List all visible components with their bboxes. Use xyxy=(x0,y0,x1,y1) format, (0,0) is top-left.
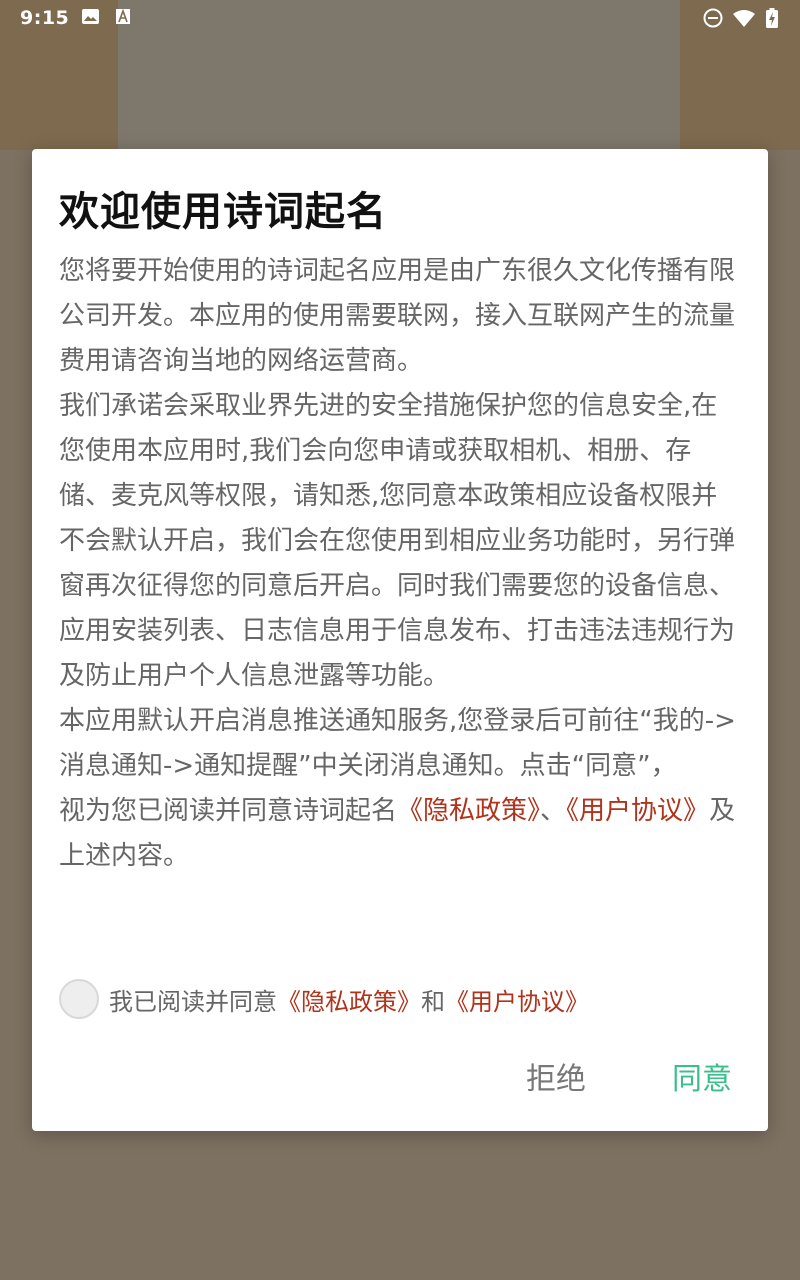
agree-prefix: 我已阅读并同意 xyxy=(109,987,277,1016)
consent-prefix: 视为您已阅读并同意诗词起名 xyxy=(59,796,398,826)
status-time: 9:15 xyxy=(20,7,70,29)
agree-checkbox[interactable] xyxy=(59,979,99,1019)
wifi-icon xyxy=(733,10,755,27)
font-a-icon xyxy=(116,9,130,24)
status-bar: 9:15 xyxy=(0,0,800,36)
privacy-dialog: 欢迎使用诗词起名 您将要开始使用的诗词起名应用是由广东很久文化传播有限公司开发。… xyxy=(32,149,768,1131)
consent-paragraph: 视为您已阅读并同意诗词起名《隐私政策》、《用户协议》及上述内容。 xyxy=(59,789,739,879)
intro-paragraph: 您将要开始使用的诗词起名应用是由广东很久文化传播有限公司开发。本应用的使用需要联… xyxy=(59,256,736,376)
dialog-body: 您将要开始使用的诗词起名应用是由广东很久文化传播有限公司开发。本应用的使用需要联… xyxy=(59,249,739,879)
permissions-paragraph: 我们承诺会采取业界先进的安全措施保护您的信息安全,在您使用本应用时,我们会向您申… xyxy=(59,391,736,691)
refuse-button[interactable]: 拒绝 xyxy=(526,1054,586,1098)
battery-charging-icon xyxy=(766,8,778,28)
image-icon xyxy=(82,9,99,24)
agree-checkbox-row: 我已阅读并同意《隐私政策》和《用户协议》 xyxy=(59,977,749,1021)
dialog-title: 欢迎使用诗词起名 xyxy=(59,189,387,235)
checkbox-privacy-policy-link[interactable]: 《隐私政策》 xyxy=(277,988,421,1016)
checkbox-user-agreement-link[interactable]: 《用户协议》 xyxy=(445,988,589,1016)
do-not-disturb-icon xyxy=(703,8,723,28)
notification-paragraph: 本应用默认开启消息推送通知服务,您登录后可前往“我的->消息通知->通知提醒”中… xyxy=(59,706,736,781)
privacy-policy-link[interactable]: 《隐私政策》 xyxy=(397,796,540,826)
agree-checkbox-label: 我已阅读并同意《隐私政策》和《用户协议》 xyxy=(109,982,589,1017)
consent-separator: 、 xyxy=(540,796,567,826)
agree-button[interactable]: 同意 xyxy=(672,1054,732,1098)
user-agreement-link[interactable]: 《用户协议》 xyxy=(566,796,709,826)
agree-and: 和 xyxy=(421,987,445,1016)
